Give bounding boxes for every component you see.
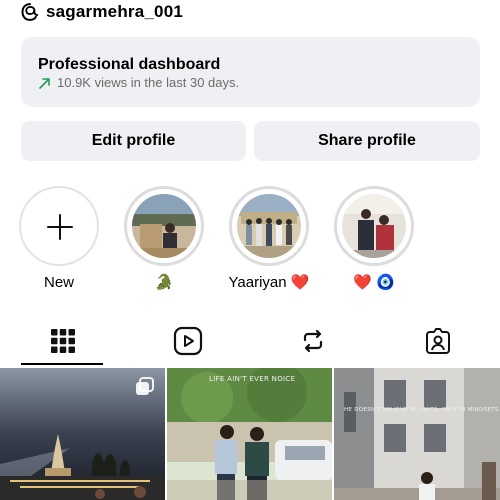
tab-reels[interactable] <box>125 318 250 364</box>
highlight-new[interactable]: New <box>18 186 100 292</box>
new-highlight-ring[interactable] <box>19 186 99 266</box>
active-tab-indicator <box>21 363 103 365</box>
plus-icon <box>47 214 73 240</box>
post-caption: LIFE AIN'T EVER NOICE <box>209 375 296 383</box>
professional-dashboard-card[interactable]: Professional dashboard 10.9K views in th… <box>21 37 480 107</box>
dashboard-title: Professional dashboard <box>38 56 221 73</box>
post-thumbnail[interactable]: HE DOESN'T BELIEVE IN LIMITS, ONLY IN MI… <box>334 368 500 500</box>
profile-header: sagarmehra_001 <box>0 0 500 26</box>
highlight-photo <box>132 194 196 258</box>
highlight-cover <box>334 186 414 266</box>
tagged-icon <box>425 328 450 354</box>
carousel-icon <box>136 377 154 395</box>
highlight-label: 🐊 <box>154 274 174 291</box>
tab-tagged[interactable] <box>375 318 500 364</box>
post-thumbnail[interactable] <box>0 368 165 500</box>
post-image <box>334 368 500 500</box>
post-caption: HE DOESN'T BELIEVE IN LIMITS, ONLY IN MI… <box>344 407 499 413</box>
highlight-item[interactable]: Yaariyan ❤️ <box>228 186 310 292</box>
profile-tabs <box>0 318 500 366</box>
edit-profile-button[interactable]: Edit profile <box>21 121 246 161</box>
dashboard-stats: 10.9K views in the last 30 days. <box>38 75 239 90</box>
highlight-label: Yaariyan ❤️ <box>228 274 310 291</box>
grid-icon <box>50 329 75 353</box>
highlight-cover <box>229 186 309 266</box>
share-profile-button[interactable]: Share profile <box>254 121 480 161</box>
highlight-photo <box>237 194 301 258</box>
highlight-item[interactable]: 🐊 <box>123 186 205 292</box>
threads-icon[interactable] <box>20 2 40 22</box>
highlight-label: New <box>43 274 74 291</box>
tab-reposts[interactable] <box>250 318 375 364</box>
repost-icon <box>303 329 322 353</box>
posts-grid: LIFE AIN'T EVER NOICE HE DOESN'T BELIEVE… <box>0 368 500 500</box>
reels-icon <box>173 326 202 356</box>
highlight-photo <box>342 194 406 258</box>
tab-grid[interactable] <box>0 318 125 364</box>
highlight-label: ❤️ 🧿 <box>353 274 395 291</box>
highlight-cover <box>124 186 204 266</box>
highlight-item[interactable]: ❤️ 🧿 <box>333 186 415 292</box>
post-image <box>167 368 332 500</box>
profile-username[interactable]: sagarmehra_001 <box>46 2 183 22</box>
trend-up-arrow-icon <box>39 77 50 89</box>
post-thumbnail[interactable]: LIFE AIN'T EVER NOICE <box>167 368 332 500</box>
dashboard-stats-text: 10.9K views in the last 30 days. <box>57 75 240 90</box>
